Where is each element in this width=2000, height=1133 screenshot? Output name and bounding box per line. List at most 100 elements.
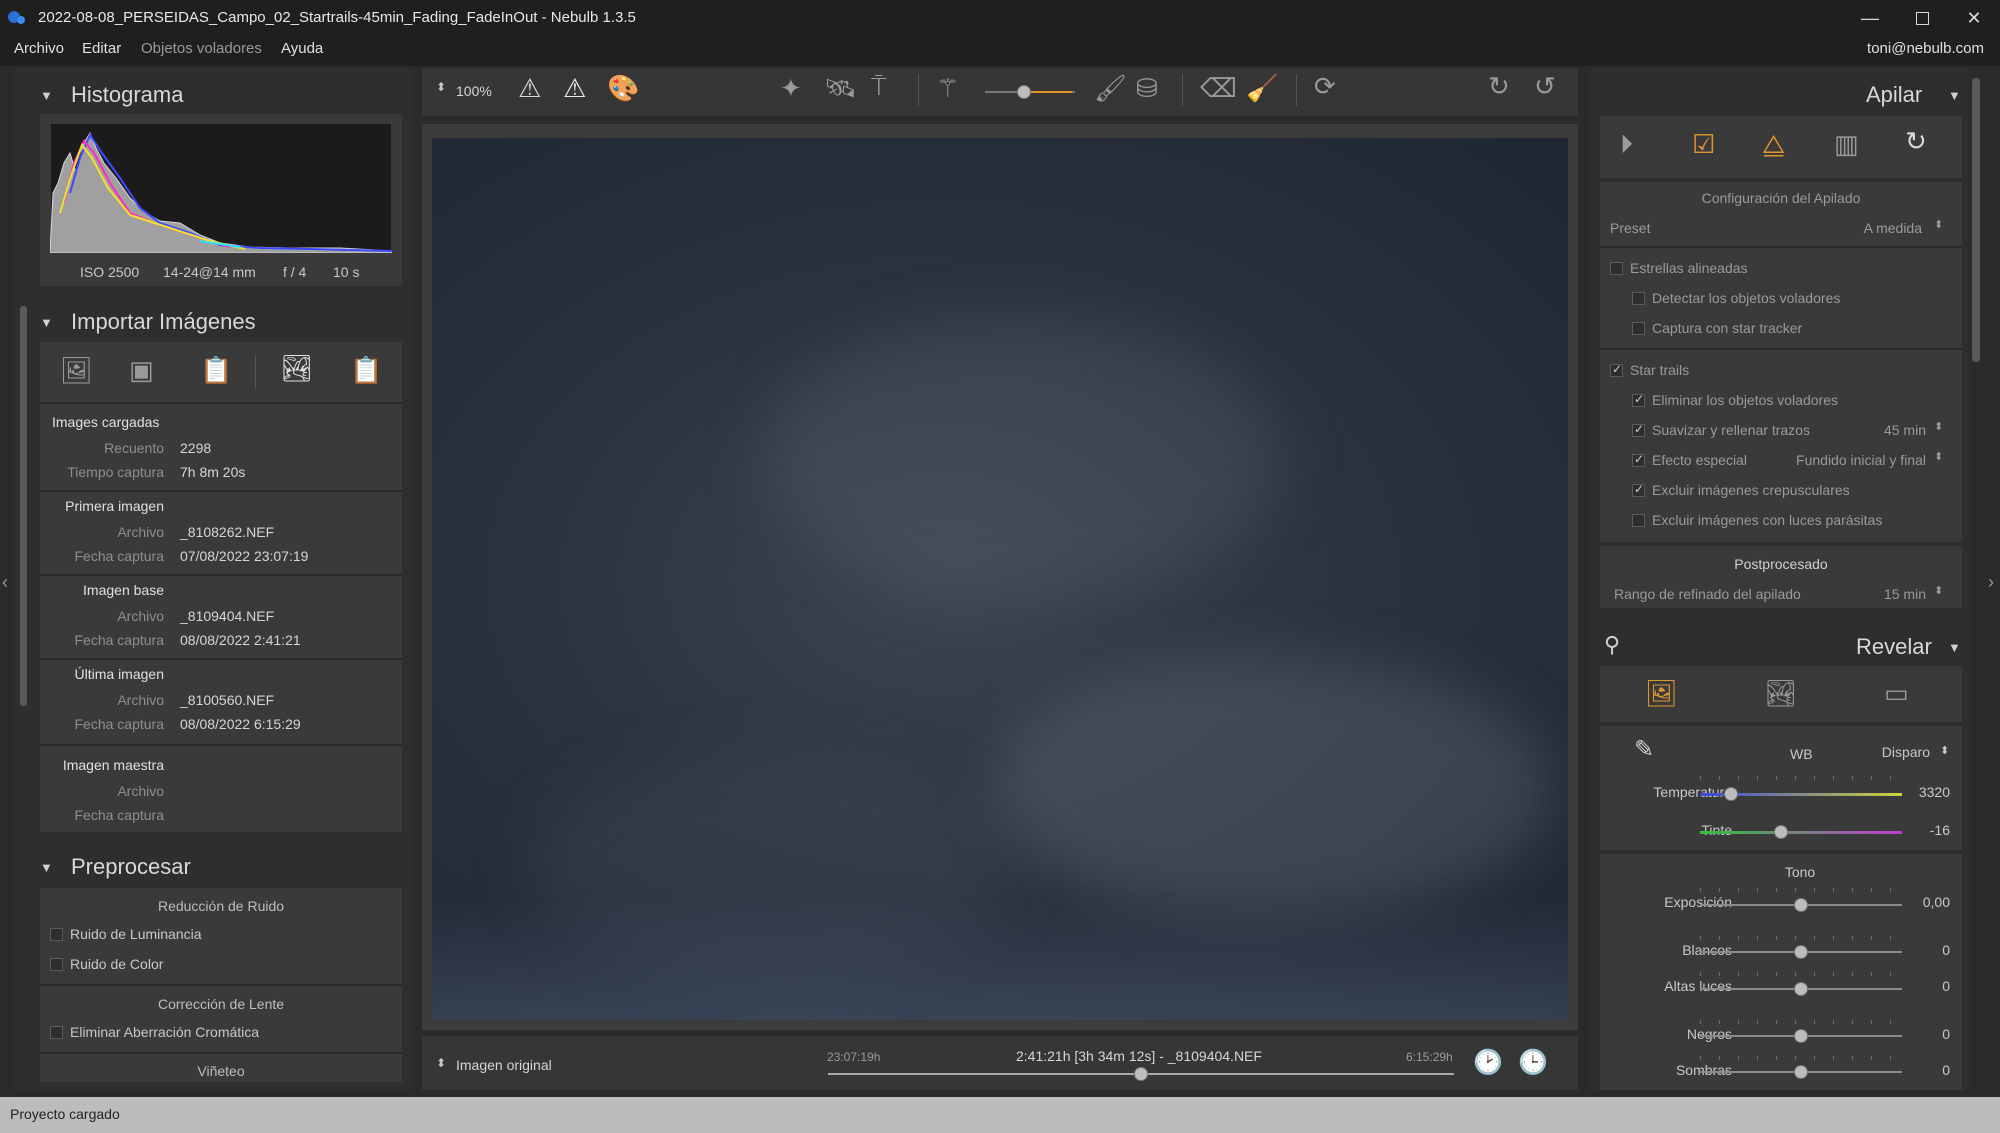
refine-range-value[interactable]: 15 min <box>1840 586 1926 602</box>
special-stepper-icon[interactable]: ⬍ <box>1934 450 1943 463</box>
stack-collapse-icon[interactable]: ▼ <box>1948 88 1961 103</box>
collapse-right-icon[interactable]: › <box>1988 572 1994 593</box>
timeline-knob[interactable] <box>1134 1067 1148 1081</box>
brush-size-fill <box>1024 91 1072 93</box>
clock-icon[interactable]: 🕑 <box>1473 1051 1503 1075</box>
zoom-stepper-icon[interactable]: ⬍ <box>436 80 446 94</box>
develop-collapse-icon[interactable]: ▼ <box>1948 640 1961 655</box>
image-canvas[interactable] <box>432 138 1568 1020</box>
refine-stepper-icon[interactable]: ⬍ <box>1934 584 1943 597</box>
tint-label: Tinte <box>1701 822 1732 838</box>
warning-filled-icon[interactable]: ⚠ <box>563 75 586 101</box>
refresh-icon[interactable]: ⟳ <box>1314 73 1336 99</box>
smooth-fill-value[interactable]: 45 min <box>1840 422 1926 438</box>
user-account[interactable]: toni@nebulb.com <box>1867 40 1984 57</box>
palette-icon[interactable]: 🎨 <box>607 75 639 101</box>
image-icon[interactable]: 🏞 <box>280 355 313 381</box>
wb-value[interactable]: Disparo <box>1850 744 1930 760</box>
smooth-fill-checkbox[interactable] <box>1632 422 1645 437</box>
smooth-stepper-icon[interactable]: ⬍ <box>1934 420 1943 433</box>
fill-bucket-icon[interactable]: ⛁ <box>1136 75 1158 101</box>
right-panel-scrollbar[interactable] <box>1972 78 1980 362</box>
left-panel-scrollbar[interactable] <box>20 306 27 706</box>
star-tracker-label: Captura con star tracker <box>1652 320 1803 336</box>
star-trails-checkbox[interactable] <box>1610 362 1623 377</box>
histogram-collapse-icon[interactable]: ▼ <box>40 88 53 103</box>
add-images-icon[interactable]: 🖼 <box>60 357 93 383</box>
whites-knob[interactable] <box>1794 945 1808 959</box>
star-tracker-checkbox[interactable] <box>1632 322 1645 335</box>
eyedropper-icon[interactable]: ✎ <box>1634 738 1654 762</box>
tint-track[interactable] <box>1700 831 1902 834</box>
wb-stepper-icon[interactable]: ⬍ <box>1940 744 1949 757</box>
shadows-knob[interactable] <box>1794 1065 1808 1079</box>
shadows-value[interactable]: 0 <box>1910 1062 1950 1078</box>
add-folder-icon[interactable]: ▣ <box>129 357 154 383</box>
redo-icon[interactable]: ↻ <box>1488 73 1510 99</box>
clear-brush-icon[interactable]: 🧹 <box>1246 75 1278 101</box>
stack-columns-icon[interactable]: ▥ <box>1834 131 1859 157</box>
clock-reverse-icon[interactable]: 🕒 <box>1518 1051 1548 1075</box>
tower-icon[interactable]: ⍑ <box>871 73 887 99</box>
special-effect-checkbox[interactable] <box>1632 452 1645 467</box>
stars-icon[interactable]: ✦ <box>780 75 802 101</box>
minimize-button[interactable]: — <box>1844 0 1896 36</box>
aligned-stars-checkbox[interactable] <box>1610 262 1623 275</box>
preprocess-collapse-icon[interactable]: ▼ <box>40 860 53 875</box>
preset-value[interactable]: A medida <box>1700 220 1922 236</box>
minimize-icon: — <box>1861 7 1879 28</box>
warning-outline-icon[interactable]: ⚠ <box>518 75 541 101</box>
zoom-level[interactable]: 100% <box>456 83 492 99</box>
stack-trails-icon[interactable]: ⧋ <box>1762 131 1785 157</box>
paste-images-icon[interactable]: 📋 <box>200 357 232 383</box>
menu-ayuda[interactable]: Ayuda <box>281 40 323 57</box>
chromatic-aberration-checkbox[interactable] <box>50 1026 63 1039</box>
develop-brush-icon[interactable]: ⚲ <box>1604 634 1620 656</box>
refine-range-label: Rango de refinado del apilado <box>1614 586 1801 602</box>
develop-landscape-icon[interactable]: 🏞 <box>1764 680 1797 706</box>
tint-value[interactable]: -16 <box>1910 822 1950 838</box>
special-effect-value[interactable]: Fundido inicial y final <box>1760 452 1926 468</box>
eraser-icon[interactable]: ⌫ <box>1200 75 1237 101</box>
clear-images-icon[interactable]: 📋 <box>350 357 382 383</box>
exposure-value[interactable]: 0,00 <box>1910 894 1950 910</box>
close-button[interactable]: ✕ <box>1948 0 2000 36</box>
preset-stepper-icon[interactable]: ⬍ <box>1934 218 1943 231</box>
highlights-knob[interactable] <box>1794 982 1808 996</box>
temperature-knob[interactable] <box>1724 787 1738 801</box>
develop-image-icon[interactable]: 🖼 <box>1645 680 1678 706</box>
remove-flying-checkbox[interactable] <box>1632 392 1645 407</box>
maximize-button[interactable] <box>1896 0 1948 36</box>
reset-icon[interactable]: ↻ <box>1905 128 1927 154</box>
brush-icon[interactable]: 🖌 <box>1094 75 1127 101</box>
develop-crop-icon[interactable]: ▭ <box>1884 680 1909 706</box>
blacks-knob[interactable] <box>1794 1029 1808 1043</box>
exclude-twilight-checkbox[interactable] <box>1632 482 1645 497</box>
tint-knob[interactable] <box>1774 825 1788 839</box>
menu-archivo[interactable]: Archivo <box>14 40 64 57</box>
blacks-value[interactable]: 0 <box>1910 1026 1950 1042</box>
magic-wand-icon[interactable]: ⚚ <box>936 75 959 101</box>
color-noise-checkbox[interactable] <box>50 958 63 971</box>
brush-size-knob[interactable] <box>1017 85 1031 99</box>
import-collapse-icon[interactable]: ▼ <box>40 315 53 330</box>
mode-stepper-icon[interactable]: ⬍ <box>436 1056 446 1070</box>
menu-objetos-voladores[interactable]: Objetos voladores <box>141 40 262 57</box>
luminance-noise-checkbox[interactable] <box>50 928 63 941</box>
exclude-lights-checkbox[interactable] <box>1632 514 1645 527</box>
highlights-value[interactable]: 0 <box>1910 978 1950 994</box>
exposure-knob[interactable] <box>1794 898 1808 912</box>
satellite-icon[interactable]: 🛰 <box>824 75 857 101</box>
stack-checked-icon[interactable]: ☑ <box>1692 131 1715 157</box>
timeline-end: 6:15:29h <box>1406 1050 1453 1064</box>
play-icon[interactable]: ⏵ <box>1620 131 1633 157</box>
undo-icon[interactable]: ↺ <box>1534 73 1556 99</box>
view-mode-selector[interactable]: Imagen original <box>456 1057 552 1073</box>
toolbar-divider <box>1296 74 1297 106</box>
collapse-left-icon[interactable]: ‹ <box>2 572 8 593</box>
detect-flying-checkbox[interactable] <box>1632 292 1645 305</box>
menu-editar[interactable]: Editar <box>82 40 121 57</box>
whites-value[interactable]: 0 <box>1910 942 1950 958</box>
temperature-value[interactable]: 3320 <box>1910 784 1950 800</box>
first-file-value: _8108262.NEF <box>180 524 275 540</box>
